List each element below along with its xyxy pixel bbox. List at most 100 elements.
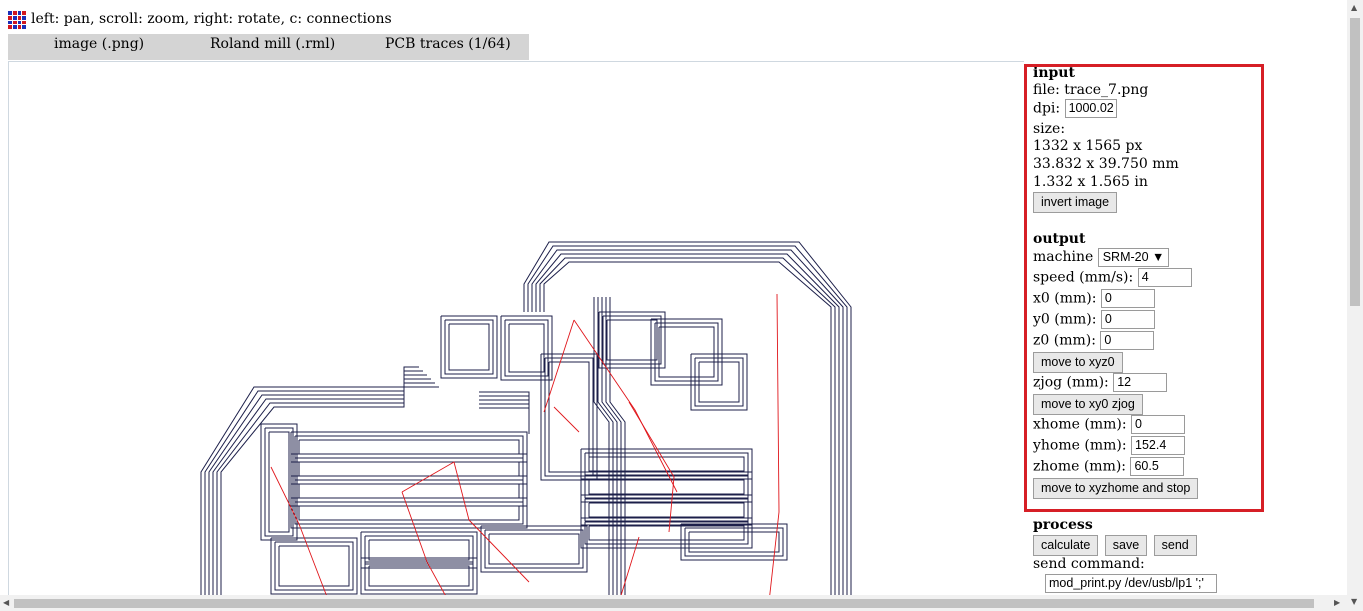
toolpath-outline — [539, 257, 836, 602]
toolpath-trace — [448, 323, 490, 371]
dpi-label: dpi: — [1033, 100, 1061, 117]
toolpath-trace — [260, 423, 298, 541]
toolpath-trace — [606, 319, 658, 361]
machine-label: machine — [1033, 249, 1094, 265]
toolpath-trace — [588, 479, 745, 495]
file-name: file: trace_7.png — [1033, 82, 1149, 98]
dropdown-arrow-icon: ▼ — [1152, 250, 1165, 264]
toolpath-trace — [698, 361, 740, 403]
toolpath-trace — [658, 326, 715, 378]
connection-line — [628, 401, 675, 533]
x0-input[interactable]: 0 — [1100, 289, 1155, 308]
toolpath-outline — [527, 245, 848, 602]
y0-label: y0 (mm): — [1033, 311, 1097, 328]
z0-label: z0 (mm): — [1033, 332, 1096, 349]
machine-select-value: SRM-20 — [1102, 250, 1149, 264]
toolpath-trace — [654, 322, 719, 382]
speed-input[interactable]: 4 — [1137, 268, 1192, 287]
toolpath-trace — [588, 502, 745, 518]
toolpath-trace — [294, 479, 524, 503]
dpi-input[interactable]: 1000.02 — [1064, 99, 1117, 118]
yhome-label: yhome (mm): — [1033, 437, 1127, 454]
connection-line — [618, 536, 640, 602]
toolpath-trace — [479, 395, 530, 434]
xhome-input[interactable]: 0 — [1131, 415, 1185, 434]
toolpath-trace — [278, 545, 350, 587]
input-heading: input — [1033, 65, 1075, 81]
controls-hint: left: pan, scroll: zoom, right: rotate, … — [31, 11, 392, 27]
toolpath-outline — [212, 378, 431, 602]
horizontal-scroll-thumb[interactable] — [14, 599, 1314, 608]
move-to-xyzhome-button[interactable]: move to xyzhome and stop — [1033, 478, 1199, 499]
scroll-down-icon[interactable]: ▼ — [1351, 597, 1357, 606]
vertical-scroll-thumb[interactable] — [1350, 18, 1360, 306]
zjog-label: zjog (mm): — [1033, 374, 1109, 391]
move-to-xy0-zjog-button[interactable]: move to xy0 zjog — [1033, 394, 1143, 415]
toolpath-trace — [360, 557, 478, 595]
toolpath-trace — [479, 399, 530, 434]
toolpath-trace — [504, 319, 549, 377]
machine-select[interactable]: SRM-20 ▼ — [1097, 248, 1170, 267]
z0-input[interactable]: 0 — [1100, 331, 1155, 350]
toolpath-trace — [360, 531, 478, 569]
toolpath-trace — [479, 391, 530, 434]
toolpath-drawing — [200, 241, 852, 602]
toolpath-trace — [268, 431, 290, 533]
send-button[interactable]: send — [1153, 535, 1197, 556]
toolpath-trace — [688, 531, 780, 553]
toolpath-trace — [650, 318, 723, 386]
horizontal-scrollbar[interactable]: ◀ ▶ — [0, 595, 1347, 611]
size-mm: 33.832 x 39.750 mm — [1033, 156, 1179, 172]
fab-modules-icon — [8, 11, 26, 29]
send-command-input[interactable]: mod_print.py /dev/usb/lp1 ';' — [1045, 574, 1217, 593]
zhome-label: zhome (mm): — [1033, 458, 1127, 475]
process-heading: process — [1033, 517, 1093, 533]
zjog-input[interactable]: 12 — [1113, 373, 1168, 392]
toolpath-trace — [368, 539, 470, 561]
toolpath-trace — [368, 565, 470, 587]
calculate-button[interactable]: calculate — [1033, 535, 1099, 556]
toolpath-outline — [204, 370, 423, 602]
tab-image-png[interactable]: image (.png) — [54, 34, 144, 60]
connection-line — [401, 461, 470, 521]
y0-input[interactable]: 0 — [1100, 310, 1155, 329]
size-px: 1332 x 1565 px — [1033, 138, 1143, 154]
save-button[interactable]: save — [1104, 535, 1148, 556]
toolpath-trace — [294, 457, 524, 481]
tab-roland-mill-rml[interactable]: Roland mill (.rml) — [210, 34, 335, 60]
connection-line — [270, 466, 330, 602]
toolpath-trace — [602, 315, 662, 365]
toolpath-trace — [479, 407, 530, 434]
toolpath-canvas[interactable] — [8, 61, 1024, 602]
vertical-scrollbar[interactable]: ▲ ▼ — [1347, 0, 1363, 611]
scroll-right-icon[interactable]: ▶ — [1334, 598, 1340, 607]
toolpath-outline — [220, 386, 439, 602]
toolpath-trace — [484, 529, 584, 569]
speed-label: speed (mm/s): — [1033, 269, 1134, 286]
toolpath-trace — [680, 523, 788, 561]
size-in: 1.332 x 1.565 in — [1033, 174, 1148, 190]
tab-pcb-traces[interactable]: PCB traces (1/64) — [385, 34, 511, 60]
output-heading: output — [1033, 231, 1086, 247]
toolpath-trace — [294, 501, 524, 525]
send-command-label: send command: — [1033, 556, 1145, 572]
toolpath-trace — [488, 533, 580, 565]
top-bar: left: pan, scroll: zoom, right: rotate, … — [0, 0, 1347, 34]
invert-image-button[interactable]: invert image — [1033, 192, 1118, 213]
scroll-left-icon[interactable]: ◀ — [3, 598, 9, 607]
toolpath-trace — [508, 323, 545, 373]
zhome-input[interactable]: 60.5 — [1130, 457, 1185, 476]
yhome-input[interactable]: 152.4 — [1131, 436, 1186, 455]
toolpath-trace — [444, 319, 494, 375]
toolpath-trace — [298, 461, 520, 477]
toolpath-trace — [274, 541, 354, 591]
toolpath-trace — [298, 483, 520, 499]
connection-line — [553, 406, 580, 433]
toolpath-trace — [298, 439, 520, 455]
toolpath-trace — [298, 505, 520, 521]
move-to-xyz0-button[interactable]: move to xyz0 — [1033, 352, 1123, 373]
size-label: size: — [1033, 121, 1066, 137]
connection-line — [468, 519, 530, 583]
scroll-up-icon[interactable]: ▲ — [1351, 3, 1357, 12]
toolpath-outline — [535, 253, 840, 602]
